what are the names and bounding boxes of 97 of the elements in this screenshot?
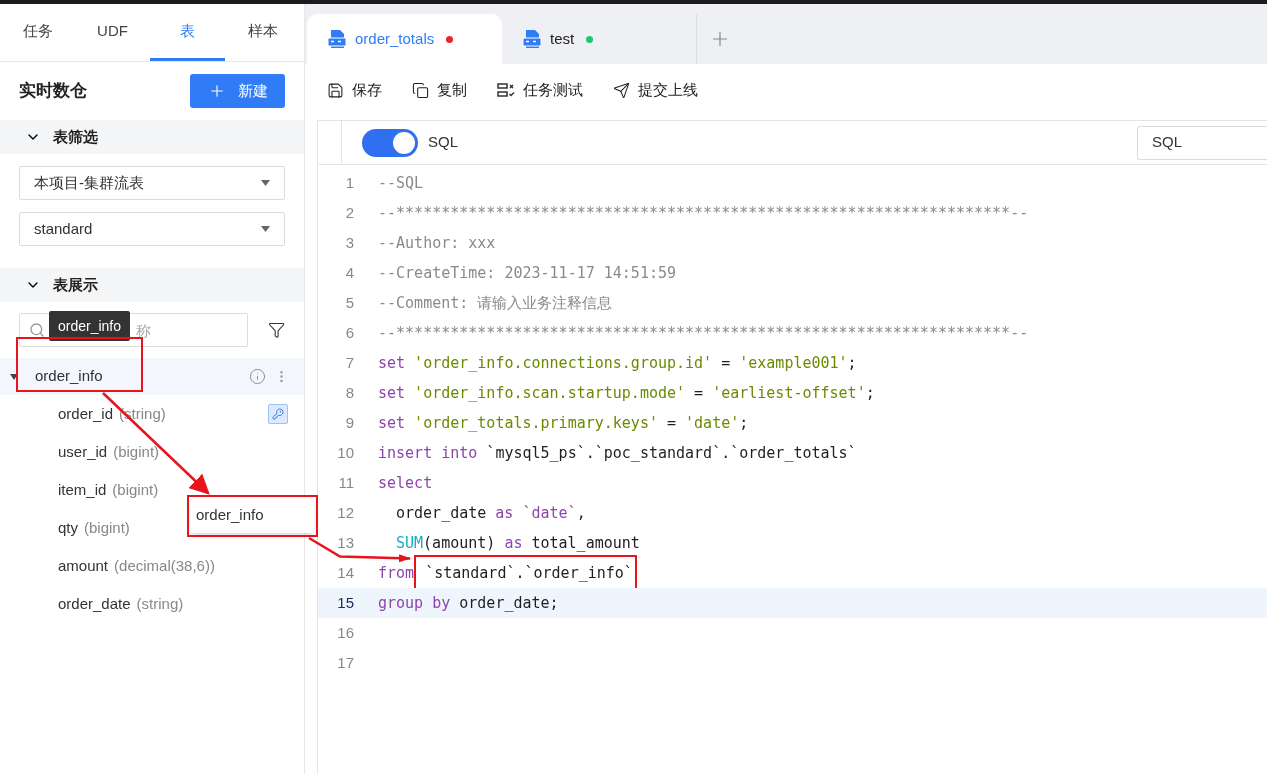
section-header[interactable]: 表筛选 — [0, 120, 304, 154]
filter-icon[interactable] — [267, 321, 285, 339]
code-text: = — [666, 412, 678, 434]
column-name: order_date — [58, 593, 131, 614]
line-number: 7 — [344, 352, 355, 373]
code-text: = — [720, 352, 732, 374]
code-text: ; — [865, 382, 875, 404]
code-comment: --********************************************************************-- — [378, 322, 1029, 344]
string-literal: 'order_totals.primary.keys' — [413, 412, 658, 434]
checklist-icon — [497, 82, 515, 98]
line-number: 17 — [336, 652, 355, 673]
sql-keyword: as — [504, 532, 523, 554]
column-name: amount — [58, 555, 109, 576]
toolbar-button[interactable]: 保存 — [327, 78, 382, 102]
toggle-label: SQL — [428, 132, 458, 153]
line-number: 1 — [344, 172, 355, 193]
code-text: total_amount — [530, 532, 640, 554]
code-text: ; — [739, 412, 749, 434]
code-text: , — [576, 502, 586, 524]
string-literal: 'example001' — [739, 352, 848, 374]
column-name: order_id — [58, 403, 114, 424]
send-icon — [613, 81, 630, 99]
code-comment: --********************************************************************-- — [378, 202, 1029, 224]
string-literal: 'earliest-offset' — [712, 382, 866, 404]
drag-ghost: order_info — [190, 498, 314, 533]
line-number: 10 — [336, 442, 355, 463]
code-text: ; — [847, 352, 857, 374]
toolbar-button[interactable]: 任务测试 — [497, 78, 583, 102]
editor-tab[interactable]: order_totals — [307, 14, 502, 64]
code-comment: --Author: xxx — [378, 232, 496, 254]
code-comment: --Comment: 请输入业务注释信息 — [378, 292, 613, 314]
code-text: (amount) — [423, 532, 497, 554]
sql-keyword: select — [378, 472, 433, 494]
toggle-switch[interactable] — [362, 128, 418, 157]
caret-icon — [261, 226, 270, 232]
code-comment: --SQL — [378, 172, 424, 194]
section-header[interactable]: 表展示 — [0, 268, 304, 302]
string-literal: 'order_info.connections.group.id' — [413, 352, 713, 374]
column-type: (decimal(38,6)) — [114, 555, 215, 576]
code-text: order_date — [396, 502, 488, 524]
copy-icon — [412, 81, 429, 99]
tooltip: order_info — [49, 311, 131, 341]
column-name: user_id — [58, 441, 108, 462]
line-number: 3 — [344, 232, 355, 253]
sidebar-tab[interactable]: 任务 — [0, 4, 75, 61]
toolbar-button[interactable]: 复制 — [412, 78, 467, 102]
new-button[interactable]: 新建 — [190, 74, 285, 108]
sql-keyword: group by — [378, 592, 451, 614]
code-comment: --CreateTime: 2023-11-17 14:51:59 — [378, 262, 676, 284]
sql-file-icon — [327, 29, 347, 49]
select-field[interactable]: standard — [19, 212, 285, 246]
code-text: `standard`.`order_info` — [424, 563, 633, 582]
line-number: 11 — [337, 472, 355, 493]
sql-file-icon — [522, 29, 542, 49]
line-number: 13 — [336, 532, 355, 553]
panel-title: 实时数仓 — [19, 80, 87, 103]
line-number: 14 — [336, 562, 355, 583]
sidebar-tab[interactable]: 样本 — [225, 4, 300, 61]
string-literal: 'order_info.scan.startup.mode' — [413, 382, 686, 404]
column-type: (bigint) — [112, 479, 159, 500]
string-literal: 'date' — [685, 412, 740, 434]
line-number: 9 — [344, 412, 355, 433]
line-number: 2 — [344, 202, 355, 223]
sql-keyword: set — [378, 412, 406, 434]
expand-caret-icon — [10, 373, 18, 380]
line-number: 16 — [336, 622, 355, 643]
column-name: item_id — [58, 479, 107, 500]
column-name: qty — [58, 517, 78, 538]
sql-keyword: from — [378, 562, 415, 584]
caret-icon — [261, 180, 270, 186]
line-number: 15 — [336, 592, 355, 613]
sql-keyword: as `date` — [495, 502, 577, 524]
column-type: (bigint) — [113, 441, 160, 462]
select-field[interactable]: 本项目-集群流表 — [19, 166, 285, 200]
sql-keyword: set — [378, 352, 406, 374]
info-icon[interactable] — [249, 368, 266, 385]
column-type: (bigint) — [84, 517, 130, 538]
line-number: 12 — [336, 502, 355, 523]
line-number: 4 — [344, 262, 355, 283]
code-text: `mysql5_ps`.`poc_standard`.`order_totals` — [485, 442, 857, 464]
function-name: SUM — [396, 532, 424, 554]
column-type: (string) — [136, 593, 184, 614]
save-icon — [327, 81, 344, 99]
code-text: = — [693, 382, 705, 404]
tree-item[interactable]: order_info — [0, 358, 304, 395]
code-text: order_date; — [458, 592, 559, 614]
sidebar-tab[interactable]: 表 — [150, 4, 225, 61]
toolbar-button[interactable]: 提交上线 — [613, 78, 698, 102]
line-number: 8 — [344, 382, 355, 403]
sql-keyword: insert into — [378, 442, 478, 464]
language-select[interactable]: SQL — [1137, 125, 1267, 160]
sql-keyword: set — [378, 382, 406, 404]
editor-tab[interactable]: test — [502, 14, 697, 64]
search-icon — [29, 322, 45, 338]
line-number: 5 — [344, 292, 355, 313]
line-number: 6 — [344, 322, 355, 343]
sidebar-tab[interactable]: UDF — [75, 4, 150, 61]
